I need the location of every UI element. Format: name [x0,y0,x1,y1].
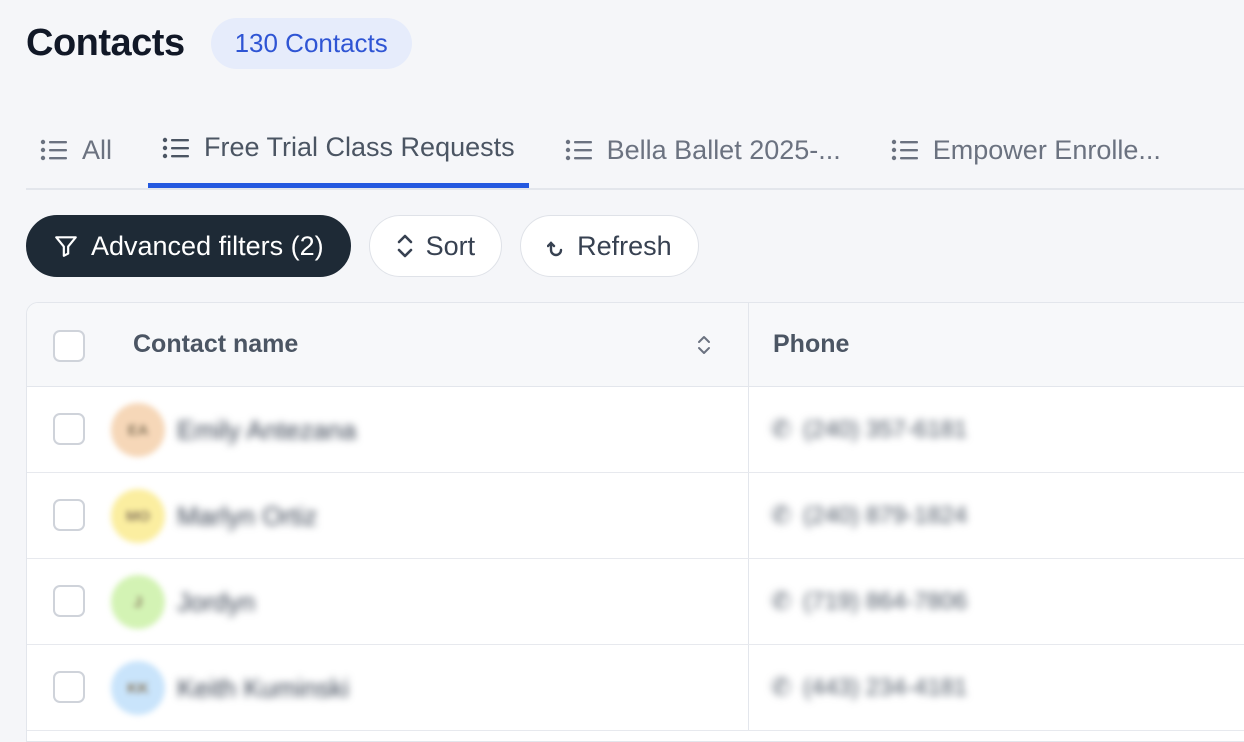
phone-cell: ✆ (719) 864-7806 [749,559,1244,644]
row-checkbox[interactable] [53,585,85,617]
phone-number: (240) 357-6181 [803,415,968,443]
tab-empower-enrolled[interactable]: Empower Enrolle... [877,112,1175,188]
toolbar: Advanced filters (2) Sort Refresh [26,215,699,277]
refresh-button[interactable]: Refresh [520,215,699,277]
phone-number: (719) 864-7806 [803,587,968,615]
contact-name-cell: MO Marlyn Ortiz [27,473,749,558]
tab-label: Bella Ballet 2025-... [606,134,841,165]
phone-cell: ✆ (240) 357-6181 [749,387,1244,472]
column-label: Phone [773,330,850,358]
contact-name-cell: J Jordyn [27,559,749,644]
page-header: Contacts 130 Contacts [26,18,412,69]
phone-value: ✆ (240) 879-1824 [771,501,967,530]
tab-bella-ballet[interactable]: Bella Ballet 2025-... [551,112,855,188]
phone-icon: ✆ [771,416,792,443]
table-header: Contact name Phone [27,303,1244,387]
contact-name[interactable]: Emily Antezana [177,415,356,446]
phone-value: ✆ (240) 357-6181 [771,415,967,444]
tab-all[interactable]: All [26,112,126,188]
phone-value: ✆ (719) 864-7806 [771,587,967,616]
table-row[interactable]: EA Emily Antezana ✆ (240) 357-6181 [27,387,1244,473]
tab-label: All [82,134,113,165]
phone-icon: ✆ [771,674,792,701]
contact-name[interactable]: Marlyn Ortiz [177,501,317,532]
contact-name[interactable]: Jordyn [177,587,255,618]
phone-cell: ✆ (240) 879-1824 [749,473,1244,558]
contact-name[interactable]: Keith Kuminski [177,673,349,704]
contacts-table: Contact name Phone EA Emily Antezana ✆ (2… [26,302,1244,742]
contact-name-cell: KK Keith Kuminski [27,645,749,730]
avatar: J [111,575,165,629]
phone-number: (443) 234-4181 [803,673,968,701]
list-icon [40,139,67,161]
tab-label: Empower Enrolle... [932,134,1161,165]
filter-icon [55,236,77,257]
page-title: Contacts [26,22,185,64]
tab-free-trial-class-requests[interactable]: Free Trial Class Requests [148,112,529,188]
contacts-count-badge: 130 Contacts [210,18,412,69]
avatar: MO [111,489,165,543]
phone-value: ✆ (443) 234-4181 [771,673,967,702]
advanced-filters-button[interactable]: Advanced filters (2) [26,215,351,277]
list-tabs: All Free Trial Class Requests Bella Ball… [26,112,1244,190]
avatar: EA [111,403,165,457]
sort-toggle-icon[interactable] [696,333,712,357]
phone-icon: ✆ [771,588,792,615]
tab-label: Free Trial Class Requests [204,132,515,162]
select-all-checkbox[interactable] [53,330,85,362]
table-row[interactable]: KK Keith Kuminski ✆ (443) 234-4181 [27,645,1244,731]
row-checkbox[interactable] [53,499,85,531]
column-header-phone[interactable]: Phone [749,303,1244,386]
table-row[interactable]: J Jordyn ✆ (719) 864-7806 [27,559,1244,645]
column-label: Contact name [133,330,299,358]
contact-name-cell: EA Emily Antezana [27,387,749,472]
advanced-filters-label: Advanced filters (2) [91,230,324,261]
table-row[interactable]: MO Marlyn Ortiz ✆ (240) 879-1824 [27,473,1244,559]
phone-icon: ✆ [771,502,792,529]
avatar: KK [111,661,165,715]
column-header-contact-name[interactable]: Contact name [27,303,749,386]
phone-cell: ✆ (443) 234-4181 [749,645,1244,730]
phone-number: (240) 879-1824 [803,501,968,529]
refresh-icon [547,241,563,257]
list-icon [891,139,918,161]
sort-icon [397,234,412,258]
list-icon [162,137,190,158]
sort-label: Sort [425,230,476,261]
row-checkbox[interactable] [53,413,85,445]
row-checkbox[interactable] [53,671,85,703]
sort-button[interactable]: Sort [368,215,503,277]
refresh-label: Refresh [577,230,672,261]
list-icon [565,139,592,161]
